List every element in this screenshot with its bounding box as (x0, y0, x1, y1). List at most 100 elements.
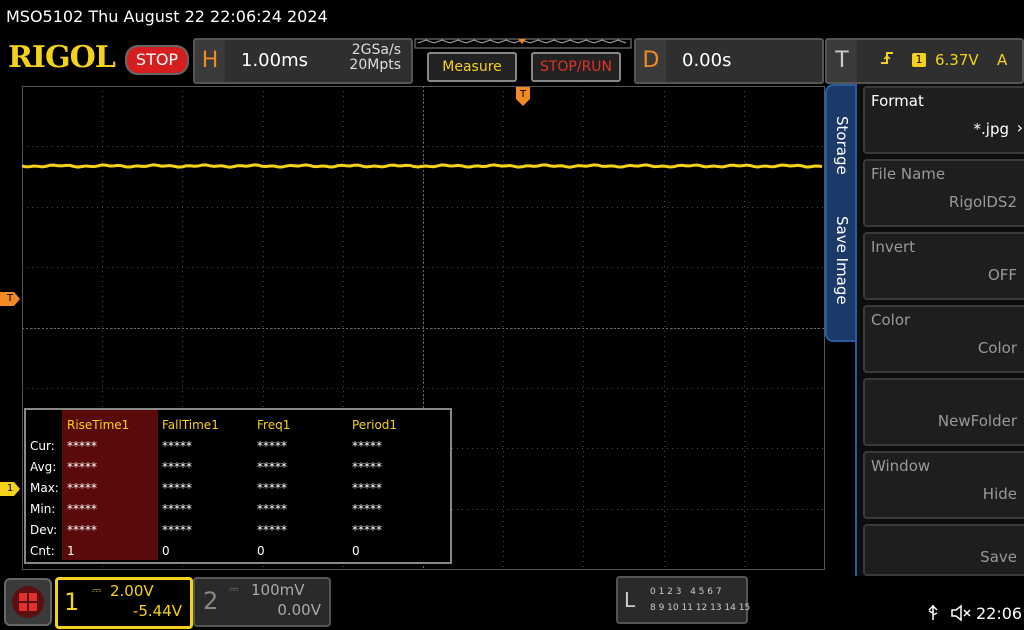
column-header: FallTime1 (162, 418, 219, 432)
cell: ***** (352, 460, 382, 474)
channel1-offset-marker[interactable]: 1 (0, 482, 20, 496)
cell: 1 (67, 544, 75, 558)
window-title: MSO5102 Thu August 22 22:06:24 2024 (6, 7, 328, 26)
delay-value: 0.00s (682, 50, 732, 71)
menu-item-format[interactable]: Format *.jpg › (863, 86, 1024, 154)
menu-value: Hide (982, 485, 1017, 503)
dc-coupling-icon: ⎓ (229, 582, 239, 596)
column-header: RiseTime1 (67, 418, 130, 432)
cell: ***** (257, 439, 287, 453)
menu-value: *.jpg (973, 120, 1009, 138)
trigger-position-icon[interactable]: T (516, 87, 530, 107)
svg-text:T: T (519, 89, 527, 100)
row-label: Cnt: (30, 544, 55, 558)
menu-value: Save (980, 548, 1017, 566)
timebase-value: 1.00ms (241, 50, 308, 71)
cell: ***** (162, 460, 192, 474)
cell: ***** (162, 481, 192, 495)
channel1-number: 1 (64, 588, 80, 616)
menu-item-new-folder[interactable]: NewFolder (863, 378, 1024, 446)
row-label: Cur: (30, 439, 55, 453)
brand-logo: RIGOL (8, 40, 116, 75)
logic-letter: L (624, 588, 636, 612)
sample-rate: 2GSa/s (351, 42, 401, 58)
memory-depth: 20Mpts (349, 57, 401, 73)
main-menu-button[interactable] (4, 578, 52, 626)
logic-channels-panel[interactable]: L 0 1 2 3 4 5 6 7 8 9 10 11 12 13 14 15 (616, 576, 751, 624)
cell: ***** (162, 439, 192, 453)
column-header: Freq1 (257, 418, 291, 432)
logic-channels-row1: 0 1 2 3 4 5 6 7 (650, 587, 722, 597)
measure-button[interactable]: Measure (427, 52, 517, 82)
horizontal-panel[interactable]: H 1.00ms 2GSa/s 20Mpts (193, 38, 413, 84)
trigger-level: 6.37V (935, 51, 979, 69)
cell: ***** (257, 502, 287, 516)
channel2-number: 2 (203, 587, 219, 615)
menu-label: Invert (871, 238, 916, 256)
delay-panel[interactable]: D 0.00s (634, 38, 824, 84)
sample-info: 2GSa/s 20Mpts (341, 43, 401, 73)
tab-save-image[interactable]: Save Image (833, 216, 851, 305)
logic-channels-row2: 8 9 10 11 12 13 14 15 (650, 603, 751, 613)
status-clock: 22:06 (976, 604, 1023, 623)
rising-edge-icon (879, 50, 895, 70)
cell: ***** (162, 502, 192, 516)
horizontal-letter: H (195, 40, 225, 82)
speaker-mute-icon[interactable] (950, 604, 972, 626)
run-state-badge[interactable]: STOP (125, 45, 189, 75)
channel1-offset: -5.44V (132, 602, 182, 620)
channel2-offset: 0.00V (277, 601, 321, 619)
delay-letter: D (636, 40, 666, 82)
cell: ***** (162, 523, 192, 537)
menu-label: File Name (871, 165, 946, 183)
menu-value: Color (977, 339, 1017, 357)
row-label: Avg: (30, 460, 57, 474)
column-header: Period1 (352, 418, 398, 432)
softkey-menu: Format *.jpg › File Name RigolDS2 Invert… (855, 84, 1024, 576)
row-label: Min: (30, 502, 56, 516)
menu-label: Color (871, 311, 911, 329)
chevron-right-icon: › (1016, 118, 1023, 137)
channel1-panel[interactable]: 1 ⎓ 2.00V -5.44V (55, 577, 193, 629)
menu-label: Format (871, 92, 924, 110)
menu-value: OFF (987, 266, 1017, 284)
menu-item-color[interactable]: Color Color (863, 305, 1024, 373)
cell: ***** (67, 439, 97, 453)
grid-menu-icon (12, 586, 44, 618)
cell: ***** (352, 439, 382, 453)
dc-coupling-icon: ⎓ (92, 583, 102, 597)
trigger-source-badge: 1 (912, 53, 926, 67)
cell: 0 (162, 544, 170, 558)
cell: ***** (67, 460, 97, 474)
tab-storage[interactable]: Storage (833, 116, 851, 175)
measurement-table: RiseTime1 FallTime1 Freq1 Period1 Cur: *… (24, 408, 452, 564)
cell: ***** (67, 481, 97, 495)
menu-item-window[interactable]: Window Hide (863, 451, 1024, 519)
row-label: Max: (30, 481, 59, 495)
menu-value: NewFolder (937, 412, 1017, 430)
stop-run-button[interactable]: STOP/RUN (531, 52, 621, 82)
usb-icon (926, 604, 940, 626)
cell: 0 (257, 544, 265, 558)
menu-label: Window (871, 457, 931, 475)
menu-value: RigolDS2 (948, 193, 1017, 211)
cell: 0 (352, 544, 360, 558)
channel2-panel[interactable]: 2 ⎓ 100mV 0.00V (193, 577, 331, 627)
cell: ***** (67, 502, 97, 516)
cell: ***** (352, 502, 382, 516)
trigger-level-marker[interactable]: T (0, 292, 20, 306)
trigger-mode: A (997, 51, 1008, 69)
trigger-letter: T (827, 40, 857, 82)
cell: ***** (257, 481, 287, 495)
menu-item-file-name[interactable]: File Name RigolDS2 (863, 159, 1024, 227)
row-label: Dev: (30, 523, 58, 537)
cell: ***** (67, 523, 97, 537)
cell: ***** (352, 523, 382, 537)
memory-frame-indicator (414, 38, 632, 49)
channel1-trace (22, 163, 823, 169)
menu-item-invert[interactable]: Invert OFF (863, 232, 1024, 300)
channel1-scale: 2.00V (110, 582, 154, 600)
trigger-panel[interactable]: T 1 6.37V A (825, 38, 1024, 84)
cell: ***** (257, 460, 287, 474)
menu-item-save[interactable]: Save (863, 524, 1024, 576)
